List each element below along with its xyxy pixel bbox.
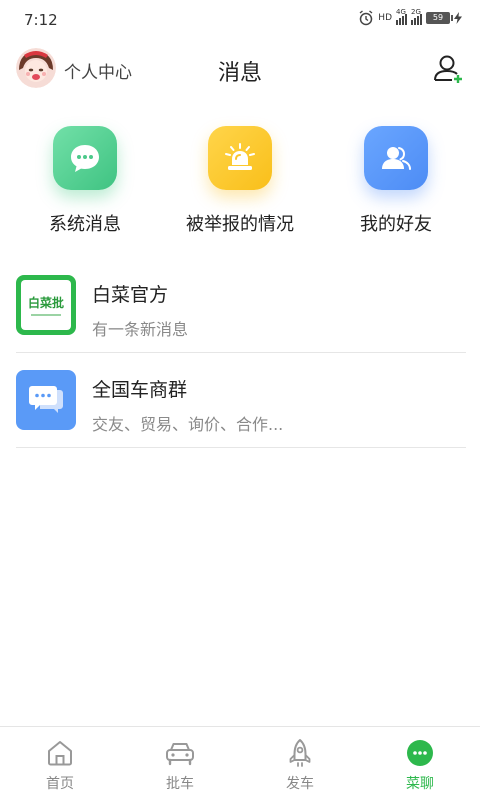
category-shortcuts: 系统消息 被举报的情况 我的好友: [0, 126, 480, 246]
hd-label: HD: [378, 13, 392, 23]
my-friends-label: 我的好友: [360, 214, 432, 235]
bottom-nav: 首页 批车 发车 菜聊: [0, 726, 480, 800]
group-chat-glyph: [29, 386, 63, 413]
nav-wholesale-cars[interactable]: 批车: [120, 727, 240, 800]
conversation-list: 白菜批 白菜官方 有一条新消息 全国车商群 交友、贸易、询价、合作...: [16, 258, 466, 448]
nav-chat-label: 菜聊: [406, 776, 434, 792]
signal-icon-1: 4G: [396, 8, 407, 25]
system-messages-tile: [53, 126, 117, 190]
reported-status-label: 被举报的情况: [186, 214, 294, 235]
list-item[interactable]: 白菜批 白菜官方 有一条新消息: [16, 258, 466, 353]
chat-icon: [407, 740, 433, 766]
baicai-logo-text: 白菜批: [27, 296, 64, 310]
conversation-name: 白菜官方: [92, 284, 169, 306]
nav-wholesale-cars-label: 批车: [166, 776, 194, 792]
network-label-1: 4G: [396, 8, 406, 16]
add-friend-button[interactable]: [432, 52, 466, 86]
battery-icon: 59: [426, 12, 453, 24]
nav-home-label: 首页: [46, 776, 74, 792]
baicai-logo: 白菜批: [16, 275, 76, 335]
home-icon: [48, 741, 72, 766]
page-title: 消息: [217, 61, 262, 86]
signal-icon-2: 2G: [411, 8, 422, 25]
network-label-2: 2G: [411, 8, 421, 16]
system-messages-button[interactable]: 系统消息: [5, 126, 165, 236]
nav-post-car-label: 发车: [286, 776, 314, 792]
rocket-icon: [289, 739, 311, 767]
group-chat-icon: [16, 370, 76, 430]
add-user-icon: [434, 55, 462, 83]
nav-chat[interactable]: 菜聊: [360, 727, 480, 800]
friends-icon: [382, 147, 411, 170]
list-item[interactable]: 全国车商群 交友、贸易、询价、合作...: [16, 353, 466, 448]
reported-status-tile: [208, 126, 272, 190]
conversation-name: 全国车商群: [92, 379, 188, 401]
car-icon: [166, 743, 194, 766]
my-friends-tile: [364, 126, 428, 190]
status-icons: HD 4G 2G 59: [358, 8, 462, 26]
system-messages-label: 系统消息: [49, 214, 121, 235]
status-time: 7:12: [24, 11, 58, 29]
nav-post-car[interactable]: 发车: [240, 727, 360, 800]
alarm-light-icon: [225, 143, 255, 170]
conversation-preview: 有一条新消息: [92, 320, 189, 339]
header: 个人中心 消息: [0, 44, 480, 94]
nav-home[interactable]: 首页: [0, 727, 120, 800]
conversation-preview: 交友、贸易、询价、合作...: [92, 415, 284, 434]
my-friends-button[interactable]: 我的好友: [316, 126, 476, 236]
alarm-icon: [359, 10, 373, 26]
charging-icon: [454, 12, 462, 24]
reported-status-button[interactable]: 被举报的情况: [160, 126, 320, 236]
chat-bubble-icon: [71, 145, 99, 172]
status-bar: 7:12 HD 4G 2G 59: [0, 0, 480, 40]
